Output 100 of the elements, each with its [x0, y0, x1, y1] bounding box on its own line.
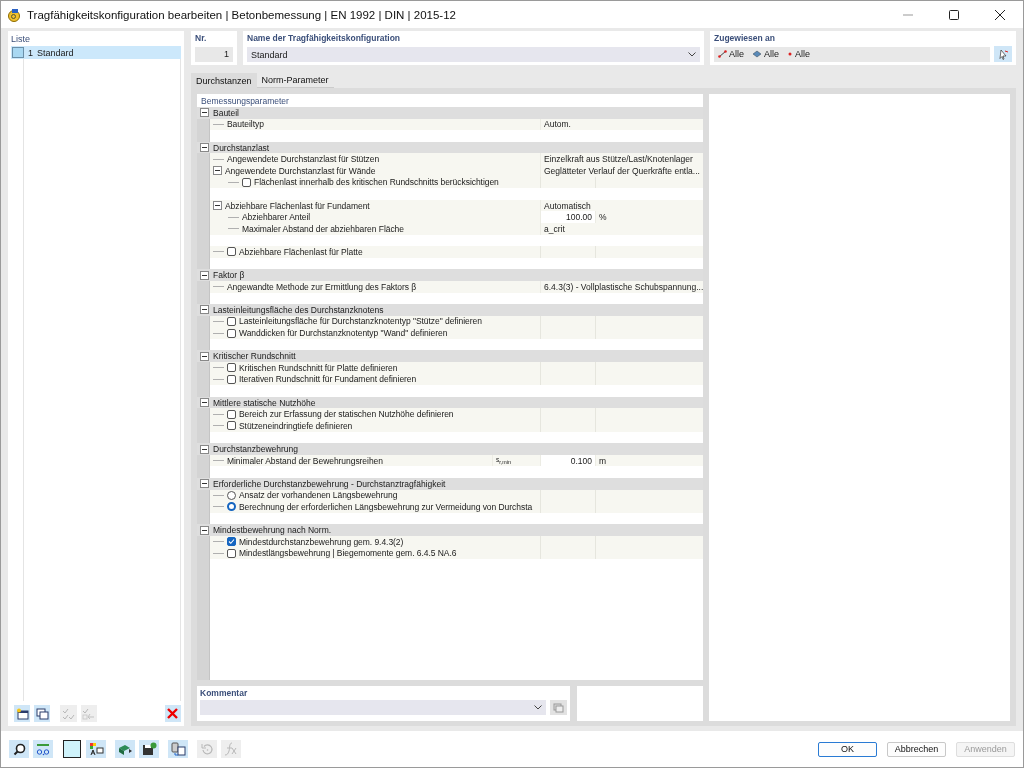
list-item[interactable]: 1 Standard [11, 46, 181, 59]
collapse-icon[interactable] [213, 201, 222, 211]
parameter-label: Angewandte Methode zur Ermittlung des Faktors β [227, 281, 417, 292]
save-button[interactable] [139, 740, 159, 758]
collapse-icon[interactable] [200, 270, 209, 280]
checkbox[interactable] [227, 409, 236, 419]
delete-button[interactable] [164, 705, 181, 722]
dialog-button[interactable]: OK [818, 741, 877, 757]
parameter-label: Abziehbare Flächenlast für Platte [239, 246, 363, 257]
field-label: Nr. [195, 33, 208, 43]
color-button[interactable] [62, 740, 82, 758]
field-label: Zugewiesen an [714, 33, 776, 43]
collapse-icon[interactable] [200, 351, 209, 361]
collapse-icon[interactable] [213, 166, 222, 176]
parameter-label: Mindestdurchstanzbewehrung gem. 9.4.3(2) [239, 536, 404, 547]
maximize-icon [949, 9, 959, 20]
copy-icon [170, 742, 186, 756]
comment-field[interactable] [200, 700, 546, 715]
value-field[interactable]: a_crit [540, 222, 703, 235]
parameter-label: Berechnung der erforderlichen Längsbewehrung zur Vermeidung von Durchsta [239, 502, 533, 512]
field-label: Name der Tragfähigkeitskonfiguration [247, 33, 402, 43]
section-title: Lasteinleitungsfläche des Durchstanzknotens [213, 304, 384, 315]
name-dropdown[interactable]: Standard [247, 47, 700, 62]
unit-label: % [595, 211, 703, 223]
parameter-label: Bereich zur Erfassung der statischen Nutzhöhe definieren [239, 409, 454, 420]
section-title: Kritischer Rundschnitt [213, 351, 296, 362]
value-field[interactable]: 6.4.3(3) - Vollplastische Schubspannung... [540, 280, 703, 293]
collapse-icon[interactable] [200, 108, 209, 118]
select-button[interactable] [994, 46, 1012, 62]
copy-button[interactable] [168, 740, 188, 758]
value-field[interactable]: Geglätteter Verlauf der Querkräfte entla... [540, 164, 703, 177]
export-icon [117, 742, 133, 756]
checkbox[interactable] [227, 548, 236, 558]
collapse-icon[interactable] [200, 305, 209, 315]
new-button[interactable] [14, 705, 31, 722]
parameter-label: Abziehbare Flächenlast für Fundament [225, 200, 370, 211]
copy-icon [553, 702, 564, 713]
search-icon [12, 742, 26, 756]
cursor-icon [997, 48, 1009, 60]
number-field: 1 [195, 47, 233, 62]
assigned-label: Alle [764, 49, 780, 59]
decimals-button[interactable] [33, 740, 53, 758]
collapse-icon[interactable] [200, 479, 209, 489]
chevron-down-icon [688, 52, 696, 57]
parameter-label: Bauteiltyp [227, 119, 264, 130]
search-button[interactable] [9, 740, 29, 758]
checkbox[interactable] [227, 374, 236, 384]
collapse-icon[interactable] [200, 444, 209, 454]
value-field[interactable]: 100.00 [540, 211, 595, 223]
checkbox[interactable] [227, 247, 236, 257]
assigned-label: Alle [795, 49, 811, 59]
panel-title: Bemessungsparameter [200, 95, 290, 107]
parameter-label: Abziehbarer Anteil [242, 212, 311, 223]
checkbox[interactable] [227, 363, 236, 373]
decimal-places-icon [36, 742, 50, 756]
checkbox[interactable] [242, 177, 251, 187]
export-button[interactable] [115, 740, 135, 758]
formula-icon [224, 742, 238, 756]
parameter-label: Maximaler Abstand der abziehbaren Fläche [242, 223, 404, 234]
section-title: Mindestbewehrung nach Norm. [213, 525, 332, 536]
tab[interactable]: Durchstanzen [191, 73, 257, 88]
section-title: Mittlere statische Nutzhöhe [213, 397, 316, 408]
member-icon [718, 50, 727, 58]
legend-icon [88, 742, 104, 756]
window-title: Tragfähigkeitskonfiguration bearbeiten | Betonbemessung | EN 1992 | DIN | 2015-12 [27, 8, 457, 21]
collapse-icon[interactable] [200, 398, 209, 408]
parameter-label: Iterativen Rundschnitt für Fundament definieren [239, 374, 417, 385]
assigned-label: Alle [729, 49, 744, 59]
color-square-icon [63, 740, 81, 758]
save-icon [141, 742, 157, 756]
parameter-label: Wanddicken für Durchstanzknotentyp "Wand" definieren [239, 328, 448, 339]
collapse-icon[interactable] [200, 143, 209, 153]
checkbox[interactable] [227, 537, 236, 547]
radio-button[interactable] [227, 502, 236, 512]
checkbox[interactable] [227, 328, 236, 338]
checkbox[interactable] [227, 317, 236, 326]
radio-button[interactable] [227, 490, 236, 500]
copy-icon [35, 707, 49, 720]
parameter-label: Lasteinleitungsfläche für Durchstanzknotentyp "Stütze" definieren [239, 316, 482, 327]
panel-title: Liste [11, 33, 31, 46]
close-icon [995, 9, 1005, 20]
checkbox[interactable] [227, 421, 236, 431]
section-title: Durchstanzlast [213, 142, 270, 153]
reset-icon [200, 742, 214, 756]
new-item-icon [15, 707, 29, 720]
parameter-label: Angewendete Durchstanzlast für Stützen [227, 154, 380, 165]
parameter-label: Kritischen Rundschnitt für Platte definieren [239, 362, 398, 373]
chevron-down-icon [534, 705, 542, 710]
value-field[interactable]: Einzelkraft aus Stütze/Last/Knotenlager [540, 153, 703, 165]
collapse-icon[interactable] [200, 525, 209, 535]
legend-button[interactable] [86, 740, 106, 758]
parameter-label: Flächenlast innerhalb des kritischen Rundschnitts berücksichtigen [254, 177, 499, 188]
app-icon [7, 7, 21, 22]
surface-icon [752, 50, 762, 58]
copy-button[interactable] [34, 705, 51, 722]
parameter-label: Angewendete Durchstanzlast für Wände [225, 165, 376, 176]
section-title: Durchstanzbewehrung [213, 444, 299, 454]
dialog-button[interactable]: Abbrechen [887, 741, 946, 757]
parameter-label: Mindestlängsbewehrung | Biegemomente gem. 6.4.5 NA.6 [239, 548, 457, 559]
section-title: Bauteil [213, 107, 239, 118]
